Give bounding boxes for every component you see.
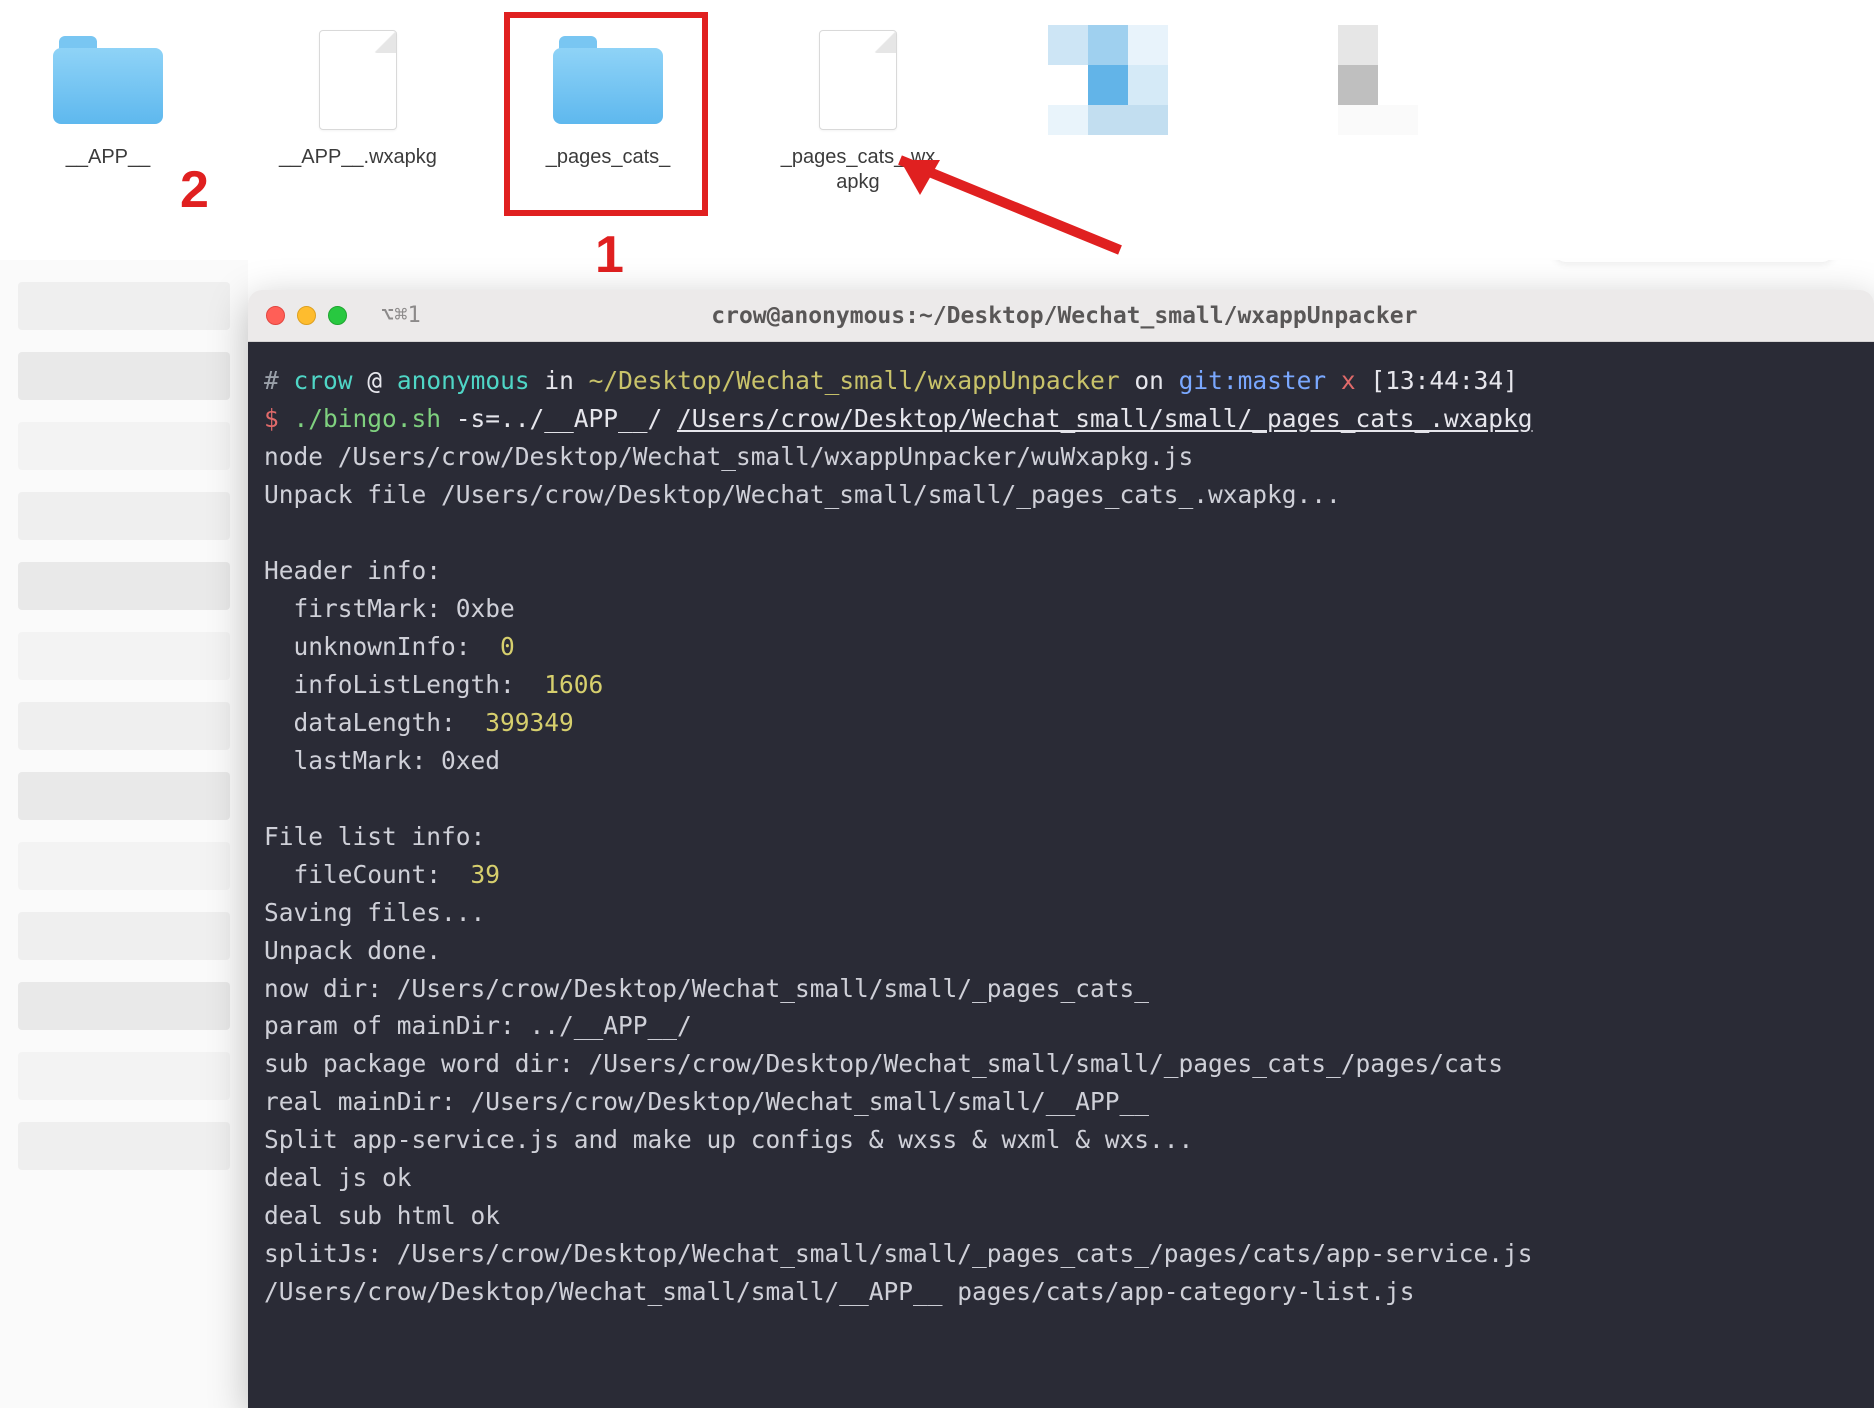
file-pages-cats-wxapkg[interactable]: _pages_cats_.wx apkg <box>778 22 938 195</box>
term-val: 399349 <box>485 708 574 737</box>
file-label: _pages_cats_.wx apkg <box>781 145 936 195</box>
prompt-time: [13:44:34] <box>1356 366 1518 395</box>
term-key: fileCount: <box>264 860 471 889</box>
tab-shortcut: ⌥⌘1 <box>381 303 421 328</box>
blurred-sidebar <box>0 260 248 1408</box>
term-line: sub package word dir: /Users/crow/Deskto… <box>264 1049 1503 1078</box>
document-icon <box>319 30 397 130</box>
maximize-icon[interactable] <box>328 306 347 325</box>
term-val: 1606 <box>544 670 603 699</box>
term-key: unknownInfo: <box>264 632 500 661</box>
finder-icon-row: __APP__ __APP__.wxapkg _pages_cats_ _pag… <box>0 0 1874 260</box>
term-line: Saving files... <box>264 898 485 927</box>
prompt-branch: master <box>1238 366 1327 395</box>
blurred-item <box>1278 22 1438 137</box>
file-app-wxapkg[interactable]: __APP__.wxapkg <box>278 22 438 170</box>
term-line: now dir: /Users/crow/Desktop/Wechat_smal… <box>264 974 1149 1003</box>
term-line: Unpack done. <box>264 936 441 965</box>
term-val: 0 <box>500 632 515 661</box>
term-line: deal sub html ok <box>264 1201 500 1230</box>
term-key: dataLength: <box>264 708 485 737</box>
blurred-item <box>1028 22 1188 137</box>
term-val: 39 <box>471 860 501 889</box>
folder-pages-cats[interactable]: _pages_cats_ <box>528 22 688 170</box>
prompt-hash: # <box>264 366 279 395</box>
minimize-icon[interactable] <box>297 306 316 325</box>
prompt-dollar: $ <box>264 404 279 433</box>
term-line: param of mainDir: ../__APP__/ <box>264 1011 692 1040</box>
term-line: splitJs: /Users/crow/Desktop/Wechat_smal… <box>264 1239 1533 1268</box>
prompt-host: anonymous <box>397 366 530 395</box>
prompt-dirty: x <box>1326 366 1356 395</box>
folder-app[interactable]: __APP__ <box>28 22 188 170</box>
terminal-window: ⌥⌘1 crow@anonymous:~/Desktop/Wechat_smal… <box>248 290 1874 1408</box>
term-line: File list info: <box>264 822 485 851</box>
cmd-args: -s=../__APP__/ <box>441 404 677 433</box>
term-line: Unpack file /Users/crow/Desktop/Wechat_s… <box>264 480 1341 509</box>
file-label: _pages_cats_ <box>546 145 671 170</box>
folder-icon <box>553 36 663 124</box>
prompt-at: @ <box>353 366 397 395</box>
terminal-titlebar[interactable]: ⌥⌘1 crow@anonymous:~/Desktop/Wechat_smal… <box>248 290 1874 342</box>
term-line: Split app-service.js and make up configs… <box>264 1125 1193 1154</box>
document-icon <box>819 30 897 130</box>
folder-icon <box>53 36 163 124</box>
prompt-git: git: <box>1179 366 1238 395</box>
prompt-on: on <box>1120 366 1179 395</box>
pixel-icon <box>1048 25 1168 135</box>
cmd-exe: ./bingo.sh <box>279 404 441 433</box>
term-line: firstMark: 0xbe <box>264 594 515 623</box>
term-line: Header info: <box>264 556 441 585</box>
pixel-icon <box>1298 25 1418 135</box>
prompt-in: in <box>530 366 589 395</box>
terminal-title: crow@anonymous:~/Desktop/Wechat_small/wx… <box>433 303 1856 329</box>
term-line: real mainDir: /Users/crow/Desktop/Wechat… <box>264 1087 1149 1116</box>
prompt-path: ~/Desktop/Wechat_small/wxappUnpacker <box>589 366 1120 395</box>
term-key: infoListLength: <box>264 670 544 699</box>
prompt-user: crow <box>294 366 353 395</box>
close-icon[interactable] <box>266 306 285 325</box>
file-label: __APP__.wxapkg <box>279 145 437 170</box>
file-label: __APP__ <box>66 145 151 170</box>
term-line: lastMark: 0xed <box>264 746 500 775</box>
terminal-body[interactable]: # crow @ anonymous in ~/Desktop/Wechat_s… <box>248 342 1874 1408</box>
term-line: deal js ok <box>264 1163 412 1192</box>
cmd-arg-path: /Users/crow/Desktop/Wechat_small/small/_… <box>677 404 1533 433</box>
term-line: node /Users/crow/Desktop/Wechat_small/wx… <box>264 442 1193 471</box>
term-line: /Users/crow/Desktop/Wechat_small/small/_… <box>264 1277 1415 1306</box>
